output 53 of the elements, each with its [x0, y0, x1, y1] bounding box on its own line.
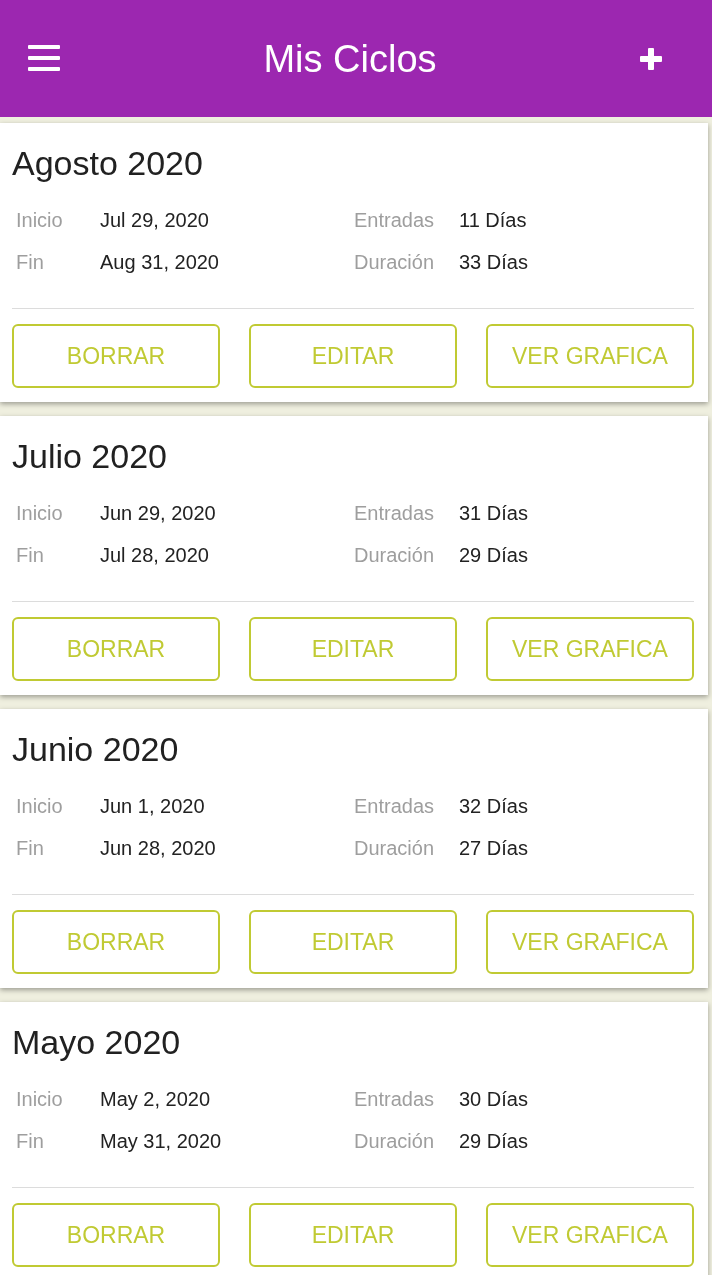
action-button[interactable]: EDITAR [249, 324, 457, 388]
field-value: 31 Días [459, 501, 528, 525]
cycle-title: Junio 2020 [12, 729, 180, 770]
action-button[interactable]: VER GRAFICA [486, 617, 694, 681]
field-value: Jul 29, 2020 [100, 208, 209, 232]
action-button[interactable]: VER GRAFICA [486, 910, 694, 974]
field-label: Inicio [16, 1087, 63, 1111]
field-label: Duración [354, 836, 435, 860]
action-button[interactable]: EDITAR [249, 910, 457, 974]
field-label: Fin [16, 836, 44, 860]
field-value: Jun 1, 2020 [100, 794, 205, 818]
field-value: Jun 28, 2020 [100, 836, 216, 860]
field-label: Inicio [16, 208, 63, 232]
field-value: 29 Días [459, 543, 528, 567]
plus-icon [640, 47, 662, 70]
action-button[interactable]: BORRAR [12, 617, 220, 681]
add-button[interactable] [640, 47, 662, 70]
field-label: Fin [16, 543, 44, 567]
cycle-title: Mayo 2020 [12, 1022, 182, 1063]
field-label: Entradas [354, 501, 435, 525]
field-label: Duración [354, 543, 435, 567]
action-button[interactable]: EDITAR [249, 617, 457, 681]
field-value: 33 Días [459, 250, 528, 274]
field-label: Duración [354, 250, 435, 274]
field-label: Entradas [354, 794, 435, 818]
menu-button[interactable] [28, 46, 60, 71]
field-value: 27 Días [459, 836, 528, 860]
action-button[interactable]: BORRAR [12, 910, 220, 974]
field-value: May 2, 2020 [100, 1087, 211, 1111]
field-value: 32 Días [459, 794, 528, 818]
field-value: Aug 31, 2020 [100, 250, 219, 274]
action-button[interactable]: VER GRAFICA [486, 324, 694, 388]
field-label: Entradas [354, 1087, 435, 1111]
field-value: 11 Días [459, 208, 527, 232]
field-label: Fin [16, 1129, 44, 1153]
field-label: Entradas [354, 208, 435, 232]
action-button[interactable]: BORRAR [12, 324, 220, 388]
cycle-title: Julio 2020 [12, 436, 168, 477]
action-button[interactable]: VER GRAFICA [486, 1203, 694, 1267]
app-title: Mis Ciclos [263, 36, 437, 82]
field-value: 30 Días [459, 1087, 528, 1111]
field-value: May 31, 2020 [100, 1129, 222, 1153]
field-value: Jun 29, 2020 [100, 501, 216, 525]
cycle-title: Agosto 2020 [12, 143, 204, 184]
field-label: Inicio [16, 794, 63, 818]
field-value: Jul 28, 2020 [100, 543, 209, 567]
field-label: Fin [16, 250, 44, 274]
action-button[interactable]: BORRAR [12, 1203, 220, 1267]
menu-icon [28, 44, 60, 71]
field-label: Duración [354, 1129, 435, 1153]
field-label: Inicio [16, 501, 63, 525]
action-button[interactable]: EDITAR [249, 1203, 457, 1267]
field-value: 29 Días [459, 1129, 528, 1153]
